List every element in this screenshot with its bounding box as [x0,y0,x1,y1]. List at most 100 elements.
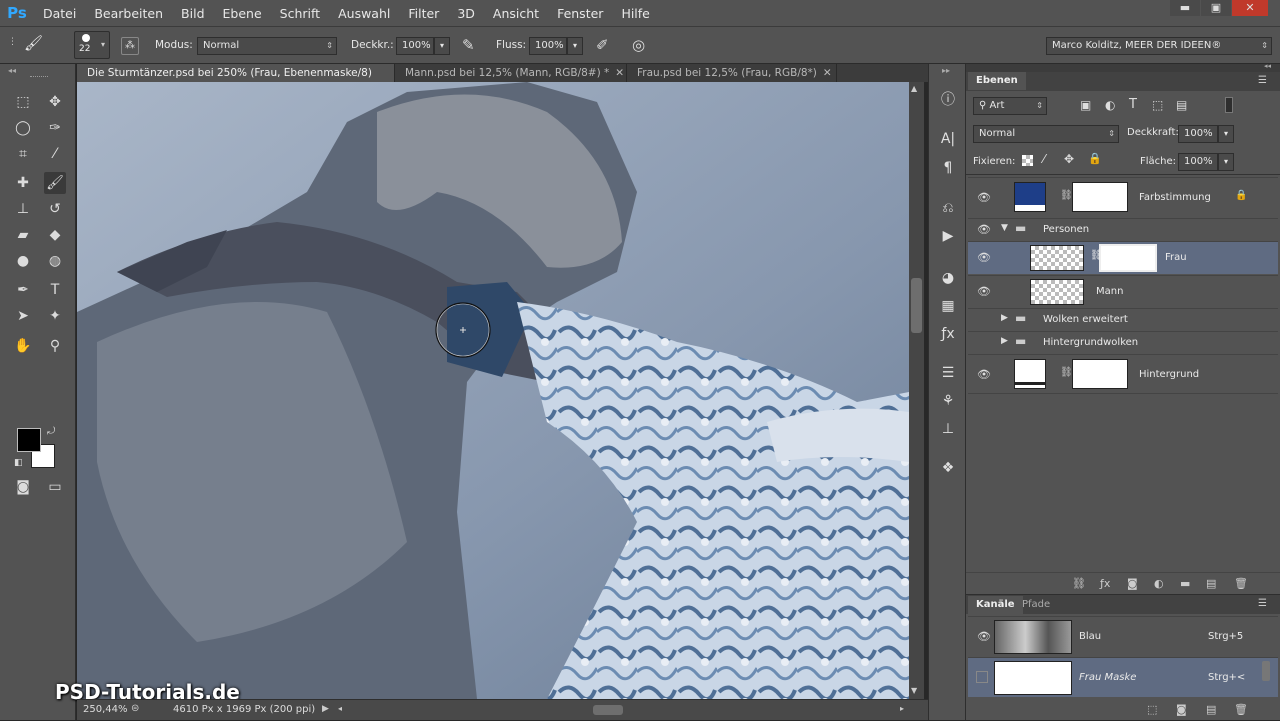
channel-row-frau-maske[interactable]: Frau Maske Strg+< [968,657,1278,697]
vertical-scrollbar[interactable]: ▲ ▼ [909,82,924,699]
new-adjustment-icon[interactable]: ◐ [1154,577,1164,590]
visibility-eye-icon[interactable]: 👁 [974,368,994,381]
restore-button[interactable]: ▣ [1201,0,1231,16]
marquee-tool-icon[interactable]: ⬚ [12,91,34,113]
vertical-scroll-thumb[interactable] [911,278,922,333]
blend-mode-select[interactable]: Normal ⇕ [197,37,337,55]
visibility-eye-icon[interactable]: 👁 [974,223,994,236]
healing-brush-tool-icon[interactable]: ✚ [12,172,34,194]
link-icon[interactable]: ⛓ [1060,190,1073,201]
mask-thumbnail[interactable] [1072,182,1128,212]
filter-type-icon[interactable]: T [1129,97,1137,112]
panel-menu-icon[interactable]: ☰ [1258,75,1267,86]
visibility-checkbox[interactable] [976,671,988,683]
close-icon[interactable]: ✕ [615,67,624,79]
3d-panel-icon[interactable]: ❖ [937,457,959,479]
foreground-color-swatch[interactable] [17,428,41,452]
filter-pixel-icon[interactable]: ▣ [1080,98,1091,112]
zoom-level[interactable]: 250,44% [83,704,128,715]
fill-dropdown[interactable]: ▾ [1218,153,1234,171]
lasso-tool-icon[interactable]: ◯ [12,117,34,139]
filter-shape-icon[interactable]: ⬚ [1152,98,1163,112]
delete-channel-icon[interactable]: 🗑 [1234,703,1248,716]
lock-pixels-icon[interactable]: ⁄ [1043,152,1045,166]
visibility-eye-icon[interactable]: 👁 [974,630,994,643]
workspace-select[interactable]: Marco Kolditz, MEER DER IDEEN® ⇕ [1046,37,1272,55]
tab-mann[interactable]: Mann.psd bei 12,5% (Mann, RGB/8#) * ✕ [395,64,627,82]
layer-group-wolken-erweitert[interactable]: ▶ ▬ Wolken erweitert [968,308,1278,330]
adjustments-panel-icon[interactable]: ☰ [937,362,959,384]
expanded-triangle-icon[interactable]: ▼ [1001,223,1008,233]
scroll-up-icon[interactable]: ▲ [911,84,917,93]
link-layers-icon[interactable]: ⛓ [1072,577,1086,590]
color-panel-icon[interactable]: ◕ [937,267,959,289]
opacity-dropdown[interactable]: ▾ [434,37,450,55]
share-icon[interactable]: ⊜ [131,703,139,714]
menu-auswahl[interactable]: Auswahl [329,6,399,21]
opacity-input[interactable]: 100% [396,37,434,55]
filter-adjustment-icon[interactable]: ◐ [1105,98,1115,112]
channel-row-blau[interactable]: 👁 Blau Strg+5 [968,616,1278,656]
new-layer-icon[interactable]: ▤ [1206,577,1216,590]
brush-tool-preset-icon[interactable]: 🖌 [24,34,44,54]
menu-ansicht[interactable]: Ansicht [484,6,548,21]
layer-row-mann[interactable]: 👁 Mann [968,275,1278,307]
close-icon[interactable]: ✕ [823,67,832,79]
collapsed-triangle-icon[interactable]: ▶ [1001,336,1008,346]
paint-bucket-tool-icon[interactable]: ◆ [44,224,66,246]
blur-tool-icon[interactable]: ● [12,250,34,272]
layer-group-personen[interactable]: 👁 ▼ ▬ Personen [968,218,1278,240]
panel-menu-icon[interactable]: ☰ [1258,598,1267,609]
collapse-arrows-icon[interactable]: ◂◂ [8,66,16,75]
fill-input[interactable]: 100% [1178,153,1218,171]
menu-hilfe[interactable]: Hilfe [612,6,658,21]
layer-style-icon[interactable]: ƒx [1100,577,1110,590]
tab-sturmtaenzer[interactable]: Die Sturmtänzer.psd bei 250% (Frau, Eben… [77,64,395,97]
layer-opacity-input[interactable]: 100% [1178,125,1218,143]
move-tool-icon[interactable]: ✥ [44,91,66,113]
default-colors-icon[interactable]: ◧ [14,458,23,468]
menu-datei[interactable]: Datei [34,6,85,21]
hand-tool-icon[interactable]: ✋ [12,335,34,357]
layer-row-frau[interactable]: 👁 ⛓ Frau [968,241,1278,274]
clone-source-panel-icon[interactable]: ⊥ [937,418,959,440]
history-brush-tool-icon[interactable]: ↺ [44,198,66,220]
eraser-tool-icon[interactable]: ▰ [12,224,34,246]
visibility-eye-icon[interactable]: 👁 [974,191,994,204]
flow-dropdown[interactable]: ▾ [567,37,583,55]
status-menu-arrow-icon[interactable]: ▶ [322,704,329,714]
minimize-button[interactable]: ▬ [1170,0,1200,16]
layer-opacity-dropdown[interactable]: ▾ [1218,125,1234,143]
menu-fenster[interactable]: Fenster [548,6,612,21]
info-panel-icon[interactable]: ⓘ [937,88,959,110]
dodge-tool-icon[interactable]: ◍ [44,250,66,272]
flow-input[interactable]: 100% [529,37,567,55]
active-mask-thumbnail[interactable] [1099,244,1157,272]
brush-presets-panel-icon[interactable]: ⚘ [937,390,959,412]
tab-pfade[interactable]: Pfade [1014,596,1058,614]
layer-row-farbstimmung[interactable]: 👁 ⛓ Farbstimmung 🔒 [968,177,1278,217]
brush-size-picker[interactable]: 22 ▾ [74,31,110,59]
brush-panel-toggle-icon[interactable]: ⁂ [121,37,139,55]
history-panel-icon[interactable]: ⎌ [937,197,959,219]
filter-toggle-switch[interactable] [1225,97,1233,113]
pressure-size-icon[interactable]: ◎ [632,36,645,54]
scroll-right-icon[interactable]: ▸ [900,704,904,713]
lock-all-icon[interactable]: 🔒 [1088,152,1102,165]
styles-panel-icon[interactable]: ƒx [937,323,959,345]
collapse-arrows-icon[interactable]: ▸▸ [942,66,950,75]
menu-3d[interactable]: 3D [448,6,484,21]
collapse-arrows-icon[interactable]: ◂◂ [1264,62,1271,70]
mask-thumbnail[interactable] [1072,359,1128,389]
layer-row-hintergrund[interactable]: 👁 ⛓ Hintergrund [968,354,1278,394]
pen-tool-icon[interactable]: ✒ [12,279,34,301]
menu-bild[interactable]: Bild [172,6,213,21]
tab-ebenen[interactable]: Ebenen [968,72,1026,90]
scroll-down-icon[interactable]: ▼ [911,686,917,695]
layer-blend-mode-select[interactable]: Normal ⇕ [973,125,1119,143]
clone-stamp-tool-icon[interactable]: ⊥ [12,198,34,220]
character-panel-icon[interactable]: A| [937,128,959,150]
actions-panel-icon[interactable]: ▶ [937,225,959,247]
add-mask-icon[interactable]: ◙ [1127,577,1138,590]
airbrush-icon[interactable]: ✐ [596,36,609,54]
